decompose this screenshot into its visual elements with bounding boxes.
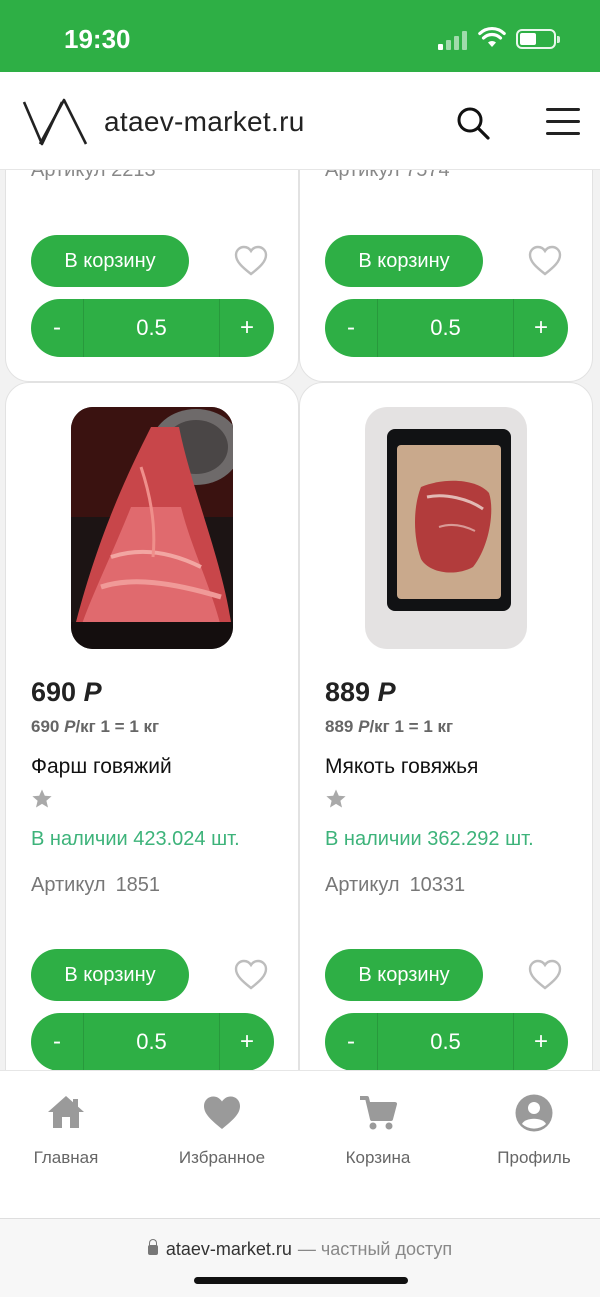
cart-icon: [360, 1096, 397, 1130]
quantity-input[interactable]: 0.5: [377, 1013, 514, 1070]
wifi-icon: [478, 26, 506, 47]
logo-icon[interactable]: [22, 96, 88, 150]
add-to-cart-button[interactable]: В корзину: [31, 949, 189, 1001]
favorite-heart-icon[interactable]: [234, 245, 268, 277]
quantity-stepper: - 0.5 +: [325, 1013, 568, 1070]
stock-status: В наличии 362.292 шт.: [325, 828, 534, 850]
nav-profile-label: Профиль: [497, 1148, 571, 1167]
status-bar: 19:30: [0, 0, 600, 72]
product-article: Артикул 1851: [31, 874, 161, 896]
product-name[interactable]: Фарш говяжий: [31, 755, 172, 779]
battery-icon: [516, 29, 560, 49]
url-display[interactable]: ataev-market.ru — частный доступ: [0, 1239, 600, 1260]
signal-icon: [438, 30, 470, 50]
quantity-increase-button[interactable]: +: [220, 299, 274, 357]
favorite-heart-icon[interactable]: [528, 245, 562, 277]
url-domain: ataev-market.ru: [165, 1239, 292, 1259]
nav-favorites[interactable]: Избранное: [157, 1093, 287, 1168]
bottom-navigation: Главная Избранное Корзина Профиль: [0, 1070, 600, 1220]
star-rating-icon: [326, 789, 346, 808]
product-article: Артикул 7574: [325, 170, 450, 181]
product-card: Артикул 2213 В корзину - 0.5 +: [5, 170, 299, 382]
lock-icon: [147, 1239, 158, 1255]
nav-home[interactable]: Главная: [1, 1093, 131, 1168]
product-unit-price: 690 Р/кг 1 = 1 кг: [31, 717, 160, 736]
product-card[interactable]: 690 Р 690 Р/кг 1 = 1 кг Фарш говяжий В н…: [5, 382, 299, 1070]
home-indicator[interactable]: [194, 1277, 408, 1284]
quantity-input[interactable]: 0.5: [83, 1013, 220, 1070]
product-grid: Артикул 2213 В корзину - 0.5 + Артикул 7…: [0, 170, 600, 1070]
product-image[interactable]: [365, 407, 527, 649]
stock-status: В наличии 423.024 шт.: [31, 828, 240, 850]
private-access-note: — частный доступ: [297, 1239, 453, 1259]
nav-home-label: Главная: [33, 1148, 99, 1167]
product-card: Артикул 7574 В корзину - 0.5 +: [299, 170, 593, 382]
product-name[interactable]: Мякоть говяжья: [325, 755, 478, 779]
product-price: 889 Р: [325, 677, 396, 707]
heart-icon: [204, 1096, 240, 1129]
quantity-increase-button[interactable]: +: [220, 1013, 274, 1070]
quantity-increase-button[interactable]: +: [514, 299, 568, 357]
quantity-stepper: - 0.5 +: [31, 1013, 274, 1070]
favorite-heart-icon[interactable]: [234, 959, 268, 991]
product-price: 690 Р: [31, 677, 102, 707]
product-article: Артикул 10331: [325, 874, 466, 896]
site-header: ataev-market.ru: [0, 72, 600, 170]
quantity-input[interactable]: 0.5: [377, 299, 514, 357]
favorite-heart-icon[interactable]: [528, 959, 562, 991]
star-rating-icon: [32, 789, 52, 808]
search-icon[interactable]: [454, 104, 492, 142]
quantity-input[interactable]: 0.5: [83, 299, 220, 357]
product-image[interactable]: [71, 407, 233, 649]
add-to-cart-button[interactable]: В корзину: [325, 235, 483, 287]
product-card[interactable]: 889 Р 889 Р/кг 1 = 1 кг Мякоть говяжья В…: [299, 382, 593, 1070]
profile-icon: [515, 1094, 553, 1132]
quantity-decrease-button[interactable]: -: [31, 299, 83, 357]
add-to-cart-button[interactable]: В корзину: [31, 235, 189, 287]
menu-icon[interactable]: [544, 106, 582, 138]
quantity-decrease-button[interactable]: -: [325, 1013, 377, 1070]
site-title[interactable]: ataev-market.ru: [104, 106, 305, 138]
quantity-stepper: - 0.5 +: [31, 299, 274, 357]
browser-url-bar[interactable]: ataev-market.ru — частный доступ: [0, 1218, 600, 1297]
home-icon: [48, 1096, 84, 1128]
quantity-increase-button[interactable]: +: [514, 1013, 568, 1070]
product-unit-price: 889 Р/кг 1 = 1 кг: [325, 717, 454, 736]
nav-cart[interactable]: Корзина: [313, 1093, 443, 1168]
nav-cart-label: Корзина: [345, 1148, 411, 1167]
add-to-cart-button[interactable]: В корзину: [325, 949, 483, 1001]
nav-favorites-label: Избранное: [178, 1148, 266, 1167]
quantity-decrease-button[interactable]: -: [325, 299, 377, 357]
status-time: 19:30: [64, 24, 131, 54]
quantity-decrease-button[interactable]: -: [31, 1013, 83, 1070]
quantity-stepper: - 0.5 +: [325, 299, 568, 357]
nav-profile[interactable]: Профиль: [469, 1093, 599, 1168]
product-article: Артикул 2213: [31, 170, 156, 181]
